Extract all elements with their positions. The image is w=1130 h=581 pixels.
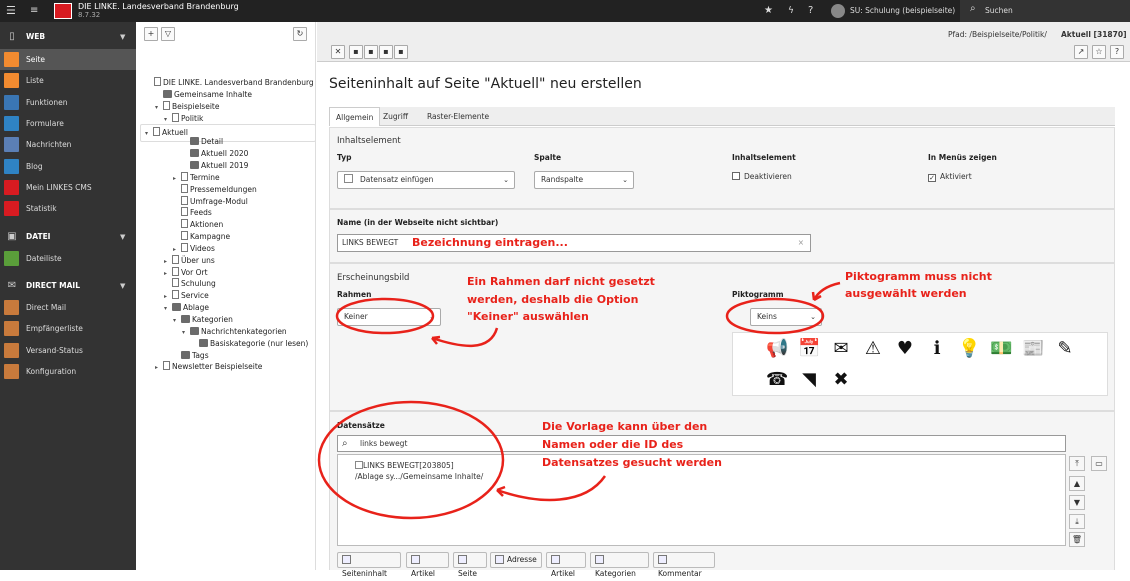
name-hint: Bezeichnung eintragen...	[412, 236, 568, 249]
button-label: Kategorien	[595, 569, 636, 578]
datensatz-hint-2: Namen oder die ID des	[542, 438, 684, 451]
button-label: Seiteninhalt	[342, 569, 387, 578]
button-label: Kommentar	[658, 569, 702, 578]
piktogramm-circle	[725, 297, 825, 335]
rahmen-hint-3: "Keiner" auswählen	[467, 310, 589, 323]
rahmen-arrow	[431, 327, 499, 347]
datensatz-hint-1: Die Vorlage kann über den	[542, 420, 708, 433]
piktogramm-hint-2: ausgewählt werden	[845, 287, 967, 300]
rahmen-circle	[335, 297, 435, 335]
button-label: Artikel	[551, 569, 576, 578]
button-label: Seite	[458, 569, 478, 578]
datensatz-hint-3: Datensatzes gesucht werden	[542, 456, 722, 469]
datensatz-circle	[317, 400, 505, 520]
rahmen-hint-1: Ein Rahmen darf nicht gesetzt	[467, 275, 655, 288]
rahmen-hint-2: werden, deshalb die Option	[467, 293, 639, 306]
piktogramm-hint-1: Piktogramm muss nicht	[845, 270, 992, 283]
datensatz-arrow	[496, 475, 607, 502]
button-label: Artikel	[411, 569, 436, 578]
